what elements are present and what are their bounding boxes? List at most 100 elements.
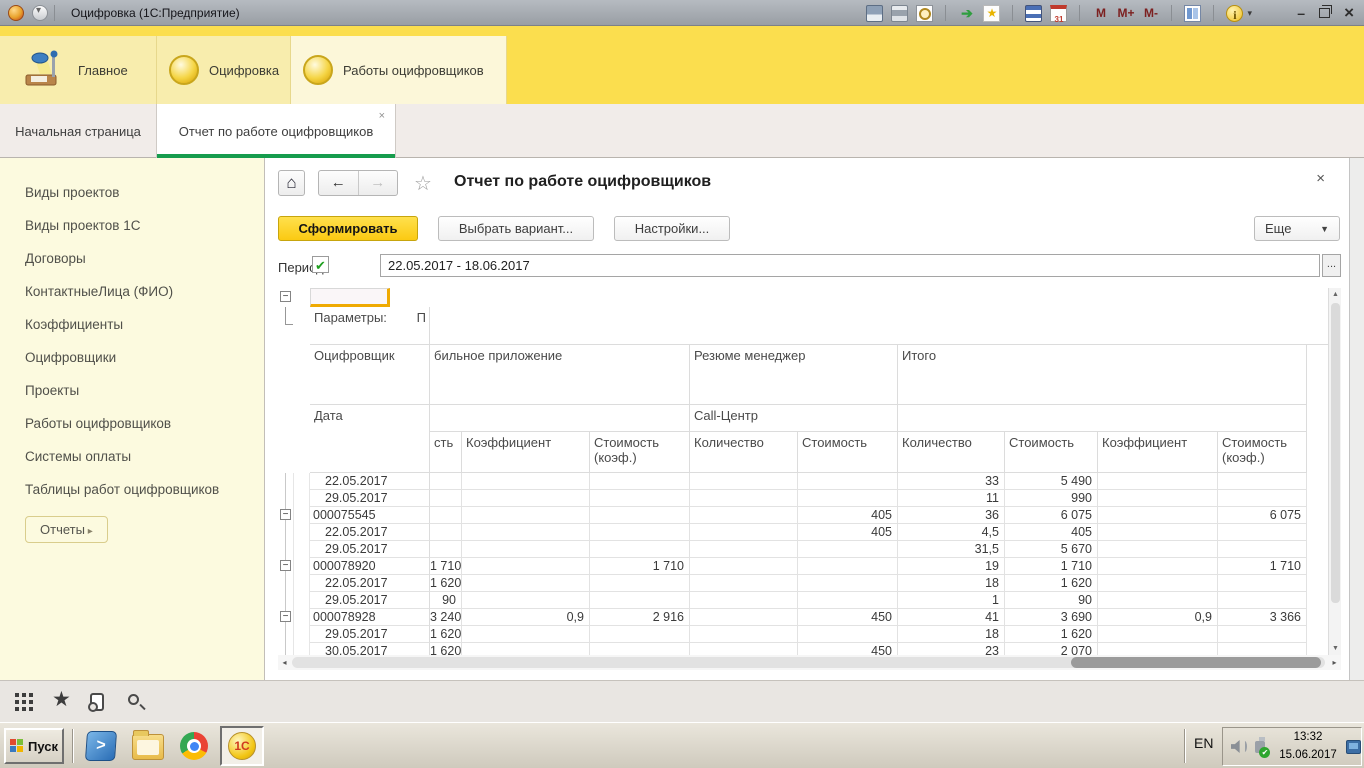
go-to-link-icon[interactable] (958, 5, 975, 22)
date-cell[interactable]: 29.05.2017 (310, 592, 430, 609)
value-cell[interactable]: 6 075 (1218, 507, 1307, 524)
value-cell[interactable] (590, 592, 690, 609)
value-cell[interactable] (430, 507, 462, 524)
date-cell[interactable]: 22.05.2017 (310, 473, 430, 490)
value-cell[interactable] (1218, 643, 1307, 655)
value-cell[interactable]: 4,5 (898, 524, 1005, 541)
print-preview-icon[interactable] (916, 5, 933, 22)
group-cell[interactable]: 000075545 (310, 507, 430, 524)
value-cell[interactable]: 2 070 (1005, 643, 1098, 655)
table-row[interactable]: 22.05.20171 620181 620 (278, 575, 1328, 592)
value-cell[interactable]: 405 (1005, 524, 1098, 541)
value-cell[interactable] (1098, 558, 1218, 575)
date-cell[interactable]: 29.05.2017 (310, 541, 430, 558)
value-cell[interactable] (690, 592, 798, 609)
favorites-icon[interactable] (983, 5, 1000, 22)
value-cell[interactable] (462, 575, 590, 592)
subheader-cell[interactable]: Коэффициент (1098, 432, 1218, 473)
value-cell[interactable] (690, 541, 798, 558)
value-cell[interactable]: 6 075 (1005, 507, 1098, 524)
row-expander-icon[interactable] (280, 291, 291, 302)
form-close-icon[interactable] (1316, 170, 1325, 187)
value-cell[interactable] (1098, 626, 1218, 643)
memory-plus-icon[interactable]: M+ (1117, 5, 1134, 22)
sidebar-item[interactable]: Оцифровщики (0, 341, 264, 374)
value-cell[interactable] (690, 524, 798, 541)
value-cell[interactable] (798, 558, 898, 575)
value-cell[interactable] (590, 643, 690, 655)
value-cell[interactable]: 90 (1005, 592, 1098, 609)
value-cell[interactable] (1098, 541, 1218, 558)
value-cell[interactable]: 19 (898, 558, 1005, 575)
tab-close-icon[interactable] (379, 110, 385, 122)
scroll-up-icon[interactable] (1329, 288, 1342, 301)
row-expander-icon[interactable] (280, 611, 291, 622)
value-cell[interactable]: 1 620 (430, 626, 462, 643)
restore-button[interactable] (1319, 8, 1330, 18)
generate-button[interactable]: Сформировать (278, 216, 418, 241)
header-date[interactable]: Дата (310, 405, 430, 473)
group-cell[interactable]: 000078928 (310, 609, 430, 626)
group-cell[interactable]: 000078920 (310, 558, 430, 575)
memory-minus-icon[interactable]: M- (1142, 5, 1159, 22)
value-cell[interactable] (430, 490, 462, 507)
value-cell[interactable]: 0,9 (462, 609, 590, 626)
current-cell[interactable] (310, 288, 390, 307)
value-cell[interactable]: 1 710 (430, 558, 462, 575)
value-cell[interactable]: 18 (898, 575, 1005, 592)
table-row[interactable]: 0000789201 7101 710191 7101 710 (278, 558, 1328, 575)
value-cell[interactable]: 18 (898, 626, 1005, 643)
value-cell[interactable] (462, 626, 590, 643)
value-cell[interactable]: 3 240 (430, 609, 462, 626)
start-button[interactable]: Пуск (4, 728, 64, 764)
value-cell[interactable] (590, 524, 690, 541)
value-cell[interactable] (690, 473, 798, 490)
subheader-cell[interactable]: Стоимость (1005, 432, 1098, 473)
row-expander-icon[interactable] (280, 509, 291, 520)
subheader-cell[interactable]: Коэффициент (462, 432, 590, 473)
value-cell[interactable]: 1 710 (1218, 558, 1307, 575)
show-desktop-icon[interactable] (1346, 740, 1361, 754)
value-cell[interactable]: 450 (798, 609, 898, 626)
value-cell[interactable] (462, 473, 590, 490)
horizontal-scrollbar[interactable] (278, 655, 1341, 670)
header-empty-cell[interactable] (430, 405, 690, 432)
value-cell[interactable] (590, 626, 690, 643)
value-cell[interactable]: 1 620 (1005, 575, 1098, 592)
date-cell[interactable]: 22.05.2017 (310, 524, 430, 541)
value-cell[interactable] (798, 592, 898, 609)
subheader-cell[interactable]: Стоимость (коэф.) (1218, 432, 1307, 473)
value-cell[interactable] (590, 473, 690, 490)
value-cell[interactable]: 2 916 (590, 609, 690, 626)
value-cell[interactable] (462, 643, 590, 655)
header-resume-manager[interactable]: Резюме менеджер (690, 345, 898, 405)
sidebar-item[interactable]: Таблицы работ оцифровщиков (0, 473, 264, 506)
value-cell[interactable] (462, 541, 590, 558)
close-button[interactable] (1344, 3, 1354, 23)
value-cell[interactable] (690, 558, 798, 575)
value-cell[interactable] (462, 592, 590, 609)
value-cell[interactable]: 90 (430, 592, 462, 609)
value-cell[interactable] (462, 507, 590, 524)
ribbon-section-digitizing[interactable]: Оцифровка (156, 36, 290, 104)
tab-report[interactable]: Отчет по работе оцифровщиков (157, 104, 396, 158)
more-button[interactable]: Еще ▼ (1254, 216, 1340, 241)
value-cell[interactable]: 3 690 (1005, 609, 1098, 626)
header-mobile-app[interactable]: бильное приложение (430, 345, 690, 405)
value-cell[interactable] (1218, 592, 1307, 609)
tab-home-page[interactable]: Начальная страница (0, 104, 157, 158)
value-cell[interactable]: 1 620 (430, 575, 462, 592)
value-cell[interactable] (462, 558, 590, 575)
sidebar-item[interactable]: Виды проектов 1С (0, 209, 264, 242)
value-cell[interactable] (1218, 524, 1307, 541)
split-window-icon[interactable] (1184, 5, 1201, 22)
value-cell[interactable] (798, 575, 898, 592)
minimize-button[interactable] (1297, 5, 1305, 21)
subheader-cell[interactable]: сть (430, 432, 462, 473)
value-cell[interactable]: 405 (798, 507, 898, 524)
table-row[interactable]: 0000789283 2400,92 916450413 6900,93 366 (278, 609, 1328, 626)
period-picker-button[interactable]: ... (1322, 254, 1341, 277)
value-cell[interactable]: 33 (898, 473, 1005, 490)
search-magnifier-icon[interactable] (128, 694, 139, 705)
value-cell[interactable]: 1 620 (430, 643, 462, 655)
